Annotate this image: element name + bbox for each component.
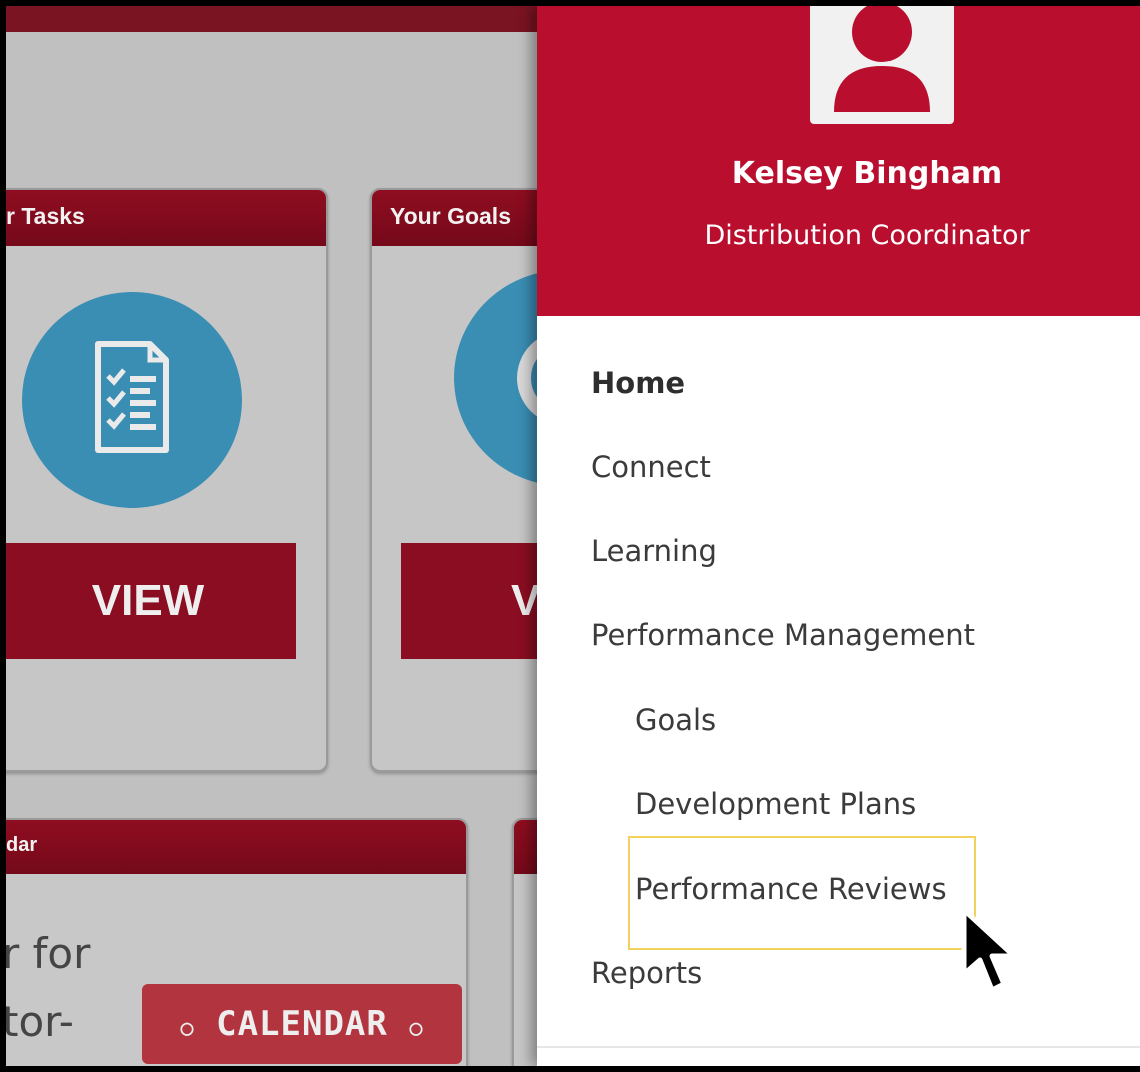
tasks-icon-circle [22, 292, 242, 508]
nav-item-performance-management[interactable]: Performance Management [591, 618, 975, 652]
user-name: Kelsey Bingham [731, 156, 1003, 191]
tasks-card: r Tasks [6, 188, 328, 772]
calendar-badge[interactable]: ○ CALENDAR ○ [142, 984, 462, 1064]
nav-item-development-plans[interactable]: Development Plans [635, 787, 916, 821]
calendar-badge-dot-right: ○ [409, 1016, 424, 1041]
user-role: Distribution Coordinator [704, 220, 1030, 251]
top-banner [6, 6, 546, 32]
avatar-icon [834, 6, 930, 112]
performance-reviews-highlight [628, 836, 976, 950]
task-list-icon [95, 341, 169, 453]
avatar[interactable] [810, 6, 954, 124]
tasks-card-title: r Tasks [6, 190, 326, 246]
tasks-view-button[interactable]: VIEW [6, 543, 296, 659]
calendar-card-title: dar [6, 820, 466, 874]
nav-item-goals[interactable]: Goals [635, 703, 716, 737]
goals-view-label: V [511, 576, 541, 625]
profile-header: Kelsey Bingham Distribution Coordinator [537, 6, 1140, 316]
panel-divider [537, 1046, 1140, 1048]
nav-item-connect[interactable]: Connect [591, 450, 711, 484]
calendar-badge-dot-left: ○ [180, 1016, 195, 1041]
calendar-badge-label: CALENDAR [216, 1004, 388, 1044]
calendar-text-line1: r for [6, 929, 91, 978]
nav-item-home[interactable]: Home [591, 366, 685, 400]
nav-item-reports[interactable]: Reports [591, 956, 702, 990]
cursor-icon [961, 907, 1017, 993]
nav-item-learning[interactable]: Learning [591, 534, 717, 568]
calendar-text-line2: tor- [6, 997, 74, 1046]
